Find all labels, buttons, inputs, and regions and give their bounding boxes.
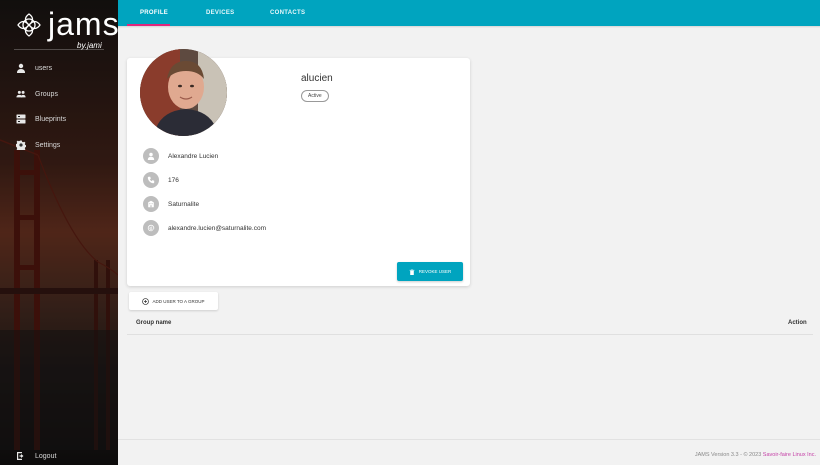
profile-card: alucien Active Alexandre Lucien 176 Satu… — [127, 49, 470, 286]
extension: 176 — [168, 176, 179, 184]
trash-icon — [409, 268, 415, 275]
company-link[interactable]: Savoir-faire Linux Inc. — [763, 452, 816, 458]
footer: JAMS Version 3.3 - © 2023 Savoir-faire L… — [695, 452, 816, 458]
tab-devices[interactable]: DEVICES — [206, 0, 234, 26]
info-row-name: Alexandre Lucien — [143, 148, 218, 164]
username: alucien — [301, 73, 333, 84]
blueprint-icon — [16, 114, 26, 124]
gear-icon — [16, 140, 26, 150]
sidebar-item-users[interactable]: users — [16, 61, 52, 75]
sidebar-item-groups[interactable]: Groups — [16, 87, 58, 101]
status-badge: Active — [301, 90, 329, 102]
at-sign-icon — [143, 220, 159, 236]
version-text: JAMS Version 3.3 - © 2023 — [694, 452, 763, 458]
column-header-group-name[interactable]: Group name — [136, 320, 171, 326]
sidebar: jams by.jami users Groups Blueprints Set… — [0, 0, 118, 465]
sidebar-item-label: Settings — [35, 141, 61, 149]
jams-logo: jams by.jami — [14, 6, 118, 50]
column-header-action: Action — [788, 320, 807, 326]
add-circle-icon — [142, 297, 150, 305]
sidebar-item-label: Blueprints — [35, 115, 67, 123]
phone-icon — [143, 172, 159, 188]
building-icon — [143, 196, 159, 212]
tab-profile[interactable]: PROFILE — [140, 0, 168, 26]
footer-divider — [118, 439, 820, 440]
active-tab-indicator — [127, 24, 170, 26]
person-icon — [143, 148, 159, 164]
avatar-photo — [140, 49, 227, 136]
logo-text: jams — [48, 6, 118, 42]
add-user-to-group-label: ADD USER TO A GROUP — [152, 298, 205, 304]
email: alexandre.lucien@saturnalite.com — [168, 224, 267, 232]
avatar — [140, 49, 227, 136]
sidebar-item-settings[interactable]: Settings — [16, 138, 60, 152]
info-row-company: Saturnalite — [143, 196, 199, 212]
table-header-divider — [127, 334, 813, 335]
add-user-to-group-button[interactable]: ADD USER TO A GROUP — [129, 292, 218, 310]
revoke-user-button[interactable]: REVOKE USER — [397, 262, 463, 281]
logout-label: Logout — [35, 452, 57, 460]
info-row-extension: 176 — [143, 172, 179, 188]
company: Saturnalite — [168, 200, 200, 208]
jami-knot-icon — [17, 13, 41, 37]
person-icon — [17, 63, 25, 73]
sidebar-item-label: users — [35, 64, 53, 72]
logout-icon — [17, 452, 24, 460]
info-row-email: alexandre.lucien@saturnalite.com — [143, 220, 266, 236]
revoke-user-label: REVOKE USER — [418, 269, 452, 274]
full-name: Alexandre Lucien — [168, 152, 219, 160]
sidebar-item-label: Groups — [35, 90, 58, 98]
logo-divider — [14, 49, 104, 50]
sidebar-item-blueprints[interactable]: Blueprints — [16, 112, 66, 126]
group-icon — [16, 90, 26, 98]
logout-button[interactable]: Logout — [16, 449, 56, 463]
top-bar-shadow — [118, 26, 820, 28]
tab-contacts[interactable]: CONTACTS — [270, 0, 305, 26]
